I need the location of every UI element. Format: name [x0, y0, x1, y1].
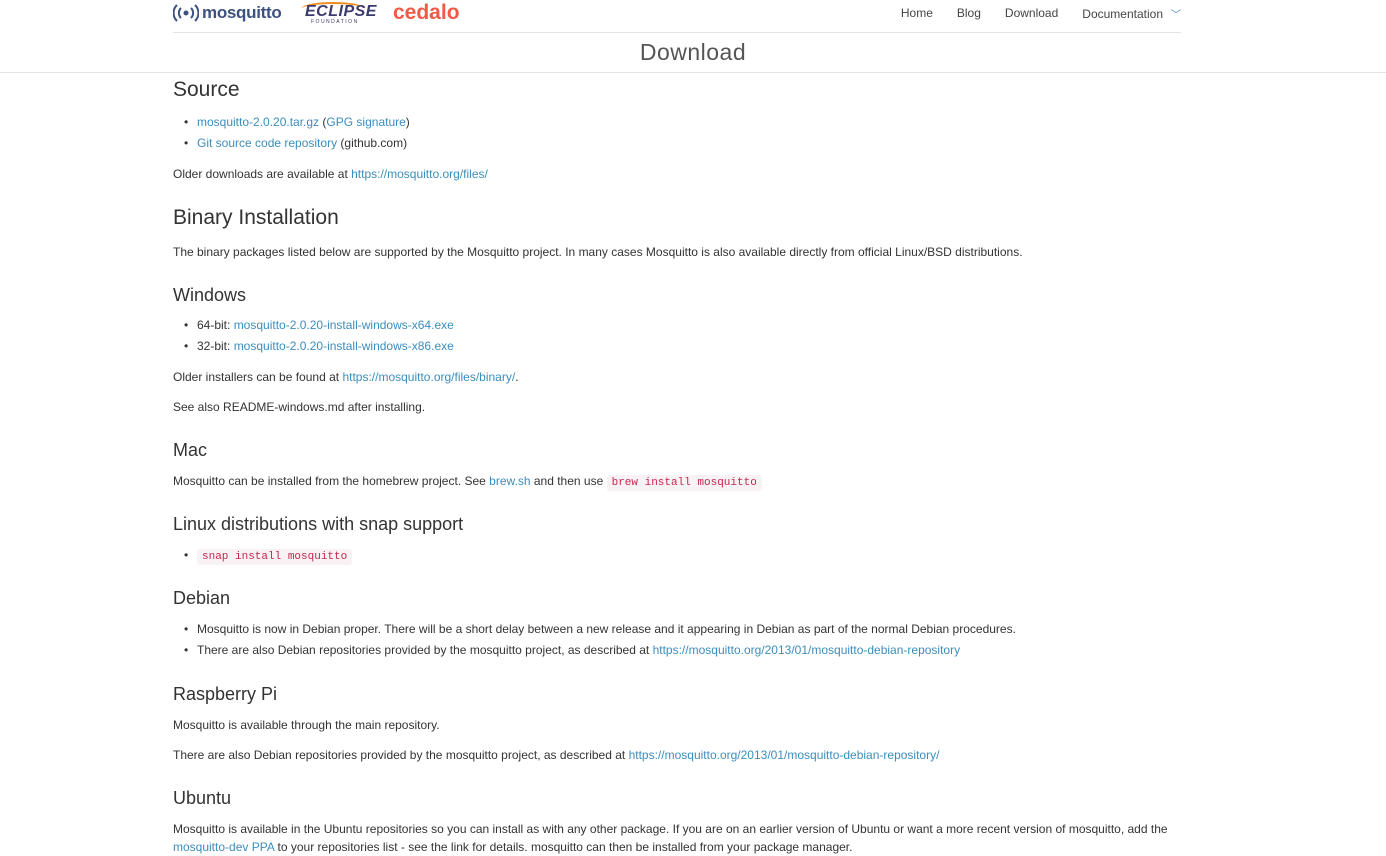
windows-heading: Windows [173, 285, 247, 305]
page-title-bar: Download [0, 33, 1386, 73]
debian-item2-text: There are also Debian repositories provi… [197, 643, 653, 657]
eclipse-logo-subtext: FOUNDATION [311, 19, 359, 25]
binary-text: The binary packages listed below are sup… [173, 245, 1023, 259]
snap-command: snap install mosquitto [197, 549, 353, 565]
readme-windows-text: See also README-windows.md after install… [173, 400, 426, 414]
raspberry-text-1: Mosquitto is available through the main … [173, 718, 440, 732]
older-installers-text: Older installers can be found at https:/… [173, 368, 519, 386]
git-repo-link[interactable]: Git source code repository [197, 136, 337, 150]
older-installers-label: Older installers can be found at [173, 370, 343, 384]
raspberry-repo-link[interactable]: https://mosquitto.org/2013/01/mosquitto-… [629, 748, 940, 762]
list-item: Git source code repository (github.com) [184, 133, 410, 154]
brew-link[interactable]: brew.sh [489, 474, 530, 488]
nav-documentation[interactable]: Documentation ﹀ [1082, 6, 1181, 21]
debian-list: Mosquitto is now in Debian proper. There… [184, 619, 1016, 661]
windows-x86-link[interactable]: mosquitto-2.0.20-install-windows-x86.exe [234, 339, 454, 353]
page-title: Download [639, 39, 747, 65]
site-header: mosquitto ECLIPSE FOUNDATION cedalo Home… [173, 0, 1181, 33]
windows-x64-link[interactable]: mosquitto-2.0.20-install-windows-x64.exe [234, 318, 454, 332]
x64-label: 64-bit: [197, 318, 234, 332]
older-installers-link[interactable]: https://mosquitto.org/files/binary/ [342, 370, 515, 384]
main-nav: Home Blog Download Documentation ﹀ [877, 0, 1181, 26]
older-installers-end: . [515, 370, 519, 384]
list-item: 32-bit: mosquitto-2.0.20-install-windows… [184, 336, 454, 357]
brew-command: brew install mosquitto [606, 475, 762, 491]
nav-documentation-label: Documentation [1082, 6, 1163, 21]
list-item: There are also Debian repositories provi… [184, 640, 1016, 661]
raspberry-text-2-label: There are also Debian repositories provi… [173, 748, 629, 762]
source-list: mosquitto-2.0.20.tar.gz (GPG signature) … [184, 112, 410, 154]
git-suffix: (github.com) [337, 136, 408, 150]
ubuntu-heading: Ubuntu [173, 788, 232, 808]
windows-list: 64-bit: mosquitto-2.0.20-install-windows… [184, 315, 454, 357]
snap-heading: Linux distributions with snap support [173, 514, 464, 534]
mosquitto-logo[interactable]: mosquitto [173, 3, 282, 23]
snap-list: snap install mosquitto [184, 545, 353, 568]
debian-repo-link[interactable]: https://mosquitto.org/2013/01/mosquitto-… [653, 643, 961, 657]
debian-heading: Debian [173, 588, 231, 608]
older-downloads-text: Older downloads are available at https:/… [173, 165, 488, 183]
nav-blog[interactable]: Blog [957, 6, 981, 20]
x86-label: 32-bit: [197, 339, 234, 353]
mosquitto-dev-ppa-link[interactable]: mosquitto-dev PPA [173, 840, 274, 854]
mac-heading: Mac [173, 440, 208, 460]
eclipse-foundation-logo[interactable]: ECLIPSE FOUNDATION [301, 2, 376, 26]
nav-download[interactable]: Download [1005, 6, 1058, 20]
list-item: mosquitto-2.0.20.tar.gz (GPG signature) [184, 112, 410, 133]
chevron-down-icon: ﹀ [1171, 9, 1181, 21]
older-downloads-label: Older downloads are available at [173, 167, 352, 181]
nav-home[interactable]: Home [901, 6, 933, 20]
older-downloads-link[interactable]: https://mosquitto.org/files/ [351, 167, 488, 181]
list-item: Mosquitto is now in Debian proper. There… [184, 619, 1016, 640]
ubuntu-text-2: mosquitto-dev PPA to your repositories l… [173, 838, 852, 856]
mac-text-2: and then use [530, 474, 607, 488]
gpg-signature-link[interactable]: GPG signature [326, 115, 405, 129]
raspberry-heading: Raspberry Pi [173, 684, 278, 704]
ubuntu-text-2-label: to your repositories list - see the link… [274, 840, 853, 854]
ubuntu-text-1: Mosquitto is available in the Ubuntu rep… [173, 822, 1168, 836]
gpg-close: ) [405, 115, 410, 129]
mac-text-1: Mosquitto can be installed from the home… [173, 474, 490, 488]
cedalo-logo[interactable]: cedalo [393, 1, 460, 25]
mosquitto-logo-text: mosquitto [202, 3, 282, 22]
list-item: 64-bit: mosquitto-2.0.20-install-windows… [184, 315, 454, 336]
raspberry-text-2: There are also Debian repositories provi… [173, 746, 939, 764]
mac-text: Mosquitto can be installed from the home… [173, 472, 762, 492]
binary-heading: Binary Installation [173, 206, 339, 229]
broadcast-icon [173, 4, 199, 22]
list-item: snap install mosquitto [184, 545, 353, 568]
source-tarball-link[interactable]: mosquitto-2.0.20.tar.gz [197, 115, 319, 129]
source-heading: Source [173, 78, 240, 101]
